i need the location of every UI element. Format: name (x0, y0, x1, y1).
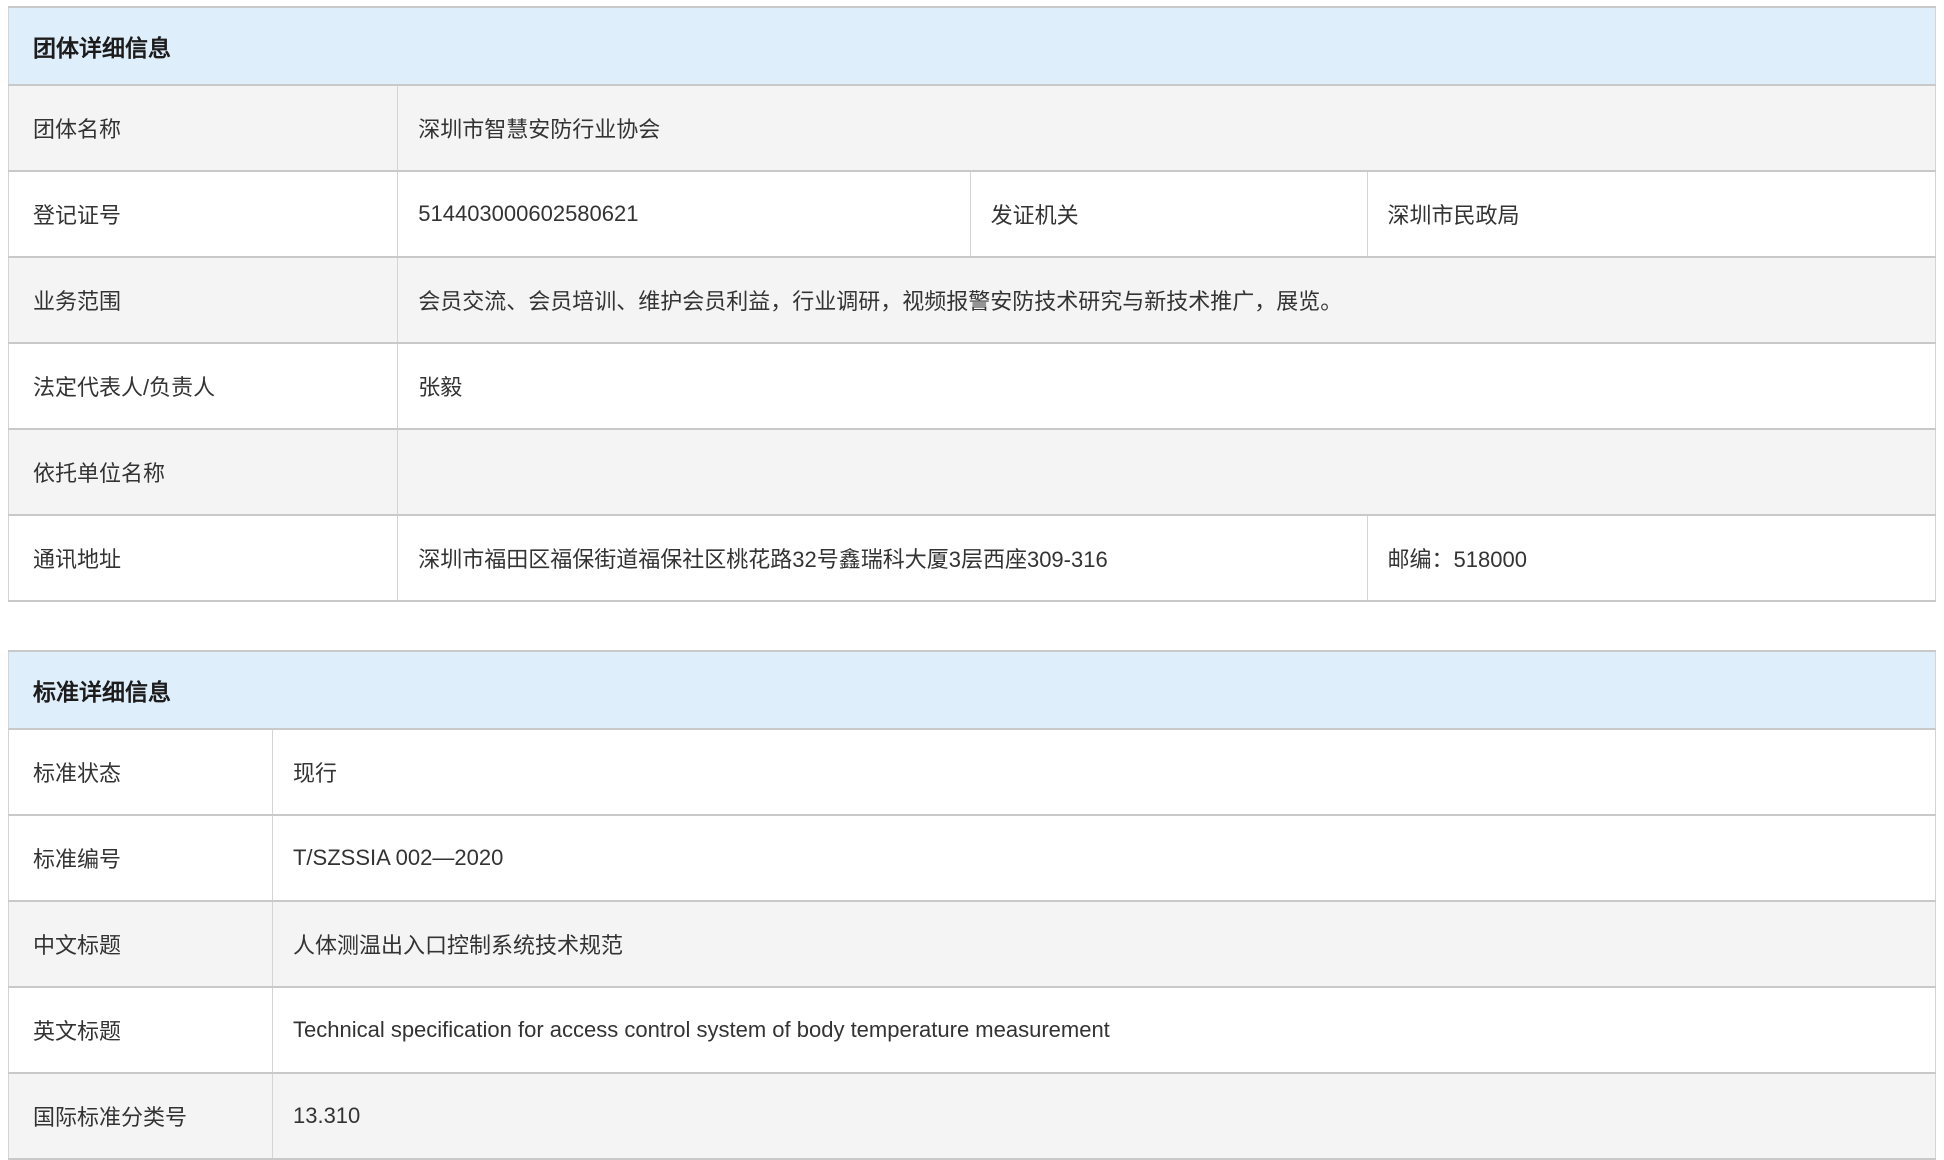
standard-number-value: T/SZSSIA 002—2020 (272, 815, 1935, 901)
table-gap (8, 602, 1936, 650)
registration-row: 登记证号 514403000602580621 发证机关 深圳市民政局 (9, 171, 1936, 257)
group-name-value: 深圳市智慧安防行业协会 (398, 85, 1936, 171)
english-title-row: 英文标题 Technical specification for access … (9, 987, 1936, 1073)
legal-representative-value: 张毅 (398, 343, 1936, 429)
address-row: 通讯地址 深圳市福田区福保街道福保社区桃花路32号鑫瑞科大厦3层西座309-31… (9, 515, 1936, 601)
group-name-label: 团体名称 (9, 85, 398, 171)
chinese-title-label: 中文标题 (9, 901, 273, 987)
chinese-title-row: 中文标题 人体测温出入口控制系统技术规范 (9, 901, 1936, 987)
registration-no-value: 514403000602580621 (398, 171, 970, 257)
business-scope-label: 业务范围 (9, 257, 398, 343)
chinese-title-value: 人体测温出入口控制系统技术规范 (272, 901, 1935, 987)
ics-label: 国际标准分类号 (9, 1073, 273, 1159)
group-detail-table: 团体详细信息 团体名称 深圳市智慧安防行业协会 登记证号 51440300060… (8, 6, 1936, 602)
supporting-unit-label: 依托单位名称 (9, 429, 398, 515)
group-table-title: 团体详细信息 (9, 7, 1936, 85)
postcode-value: 邮编：518000 (1367, 515, 1935, 601)
registration-no-label: 登记证号 (9, 171, 398, 257)
legal-representative-row: 法定代表人/负责人 张毅 (9, 343, 1936, 429)
standard-detail-table: 标准详细信息 标准状态 现行 标准编号 T/SZSSIA 002—2020 中文… (8, 650, 1936, 1160)
business-scope-value: 会员交流、会员培训、维护会员利益，行业调研，视频报警安防技术研究与新技术推广，展… (398, 257, 1936, 343)
standard-status-value: 现行 (272, 729, 1935, 815)
ics-row: 国际标准分类号 13.310 (9, 1073, 1936, 1159)
ics-value: 13.310 (272, 1073, 1935, 1159)
address-value: 深圳市福田区福保街道福保社区桃花路32号鑫瑞科大厦3层西座309-316 (398, 515, 1367, 601)
english-title-value: Technical specification for access contr… (272, 987, 1935, 1073)
standard-table-title: 标准详细信息 (9, 651, 1936, 729)
english-title-label: 英文标题 (9, 987, 273, 1073)
supporting-unit-row: 依托单位名称 (9, 429, 1936, 515)
address-label: 通讯地址 (9, 515, 398, 601)
standard-table-header-row: 标准详细信息 (9, 651, 1936, 729)
supporting-unit-value (398, 429, 1936, 515)
issuing-authority-value: 深圳市民政局 (1367, 171, 1935, 257)
group-table-header-row: 团体详细信息 (9, 7, 1936, 85)
standard-number-label: 标准编号 (9, 815, 273, 901)
standard-number-row: 标准编号 T/SZSSIA 002—2020 (9, 815, 1936, 901)
business-scope-row: 业务范围 会员交流、会员培训、维护会员利益，行业调研，视频报警安防技术研究与新技… (9, 257, 1936, 343)
issuing-authority-label: 发证机关 (970, 171, 1367, 257)
standard-status-row: 标准状态 现行 (9, 729, 1936, 815)
legal-representative-label: 法定代表人/负责人 (9, 343, 398, 429)
group-name-row: 团体名称 深圳市智慧安防行业协会 (9, 85, 1936, 171)
standard-status-label: 标准状态 (9, 729, 273, 815)
